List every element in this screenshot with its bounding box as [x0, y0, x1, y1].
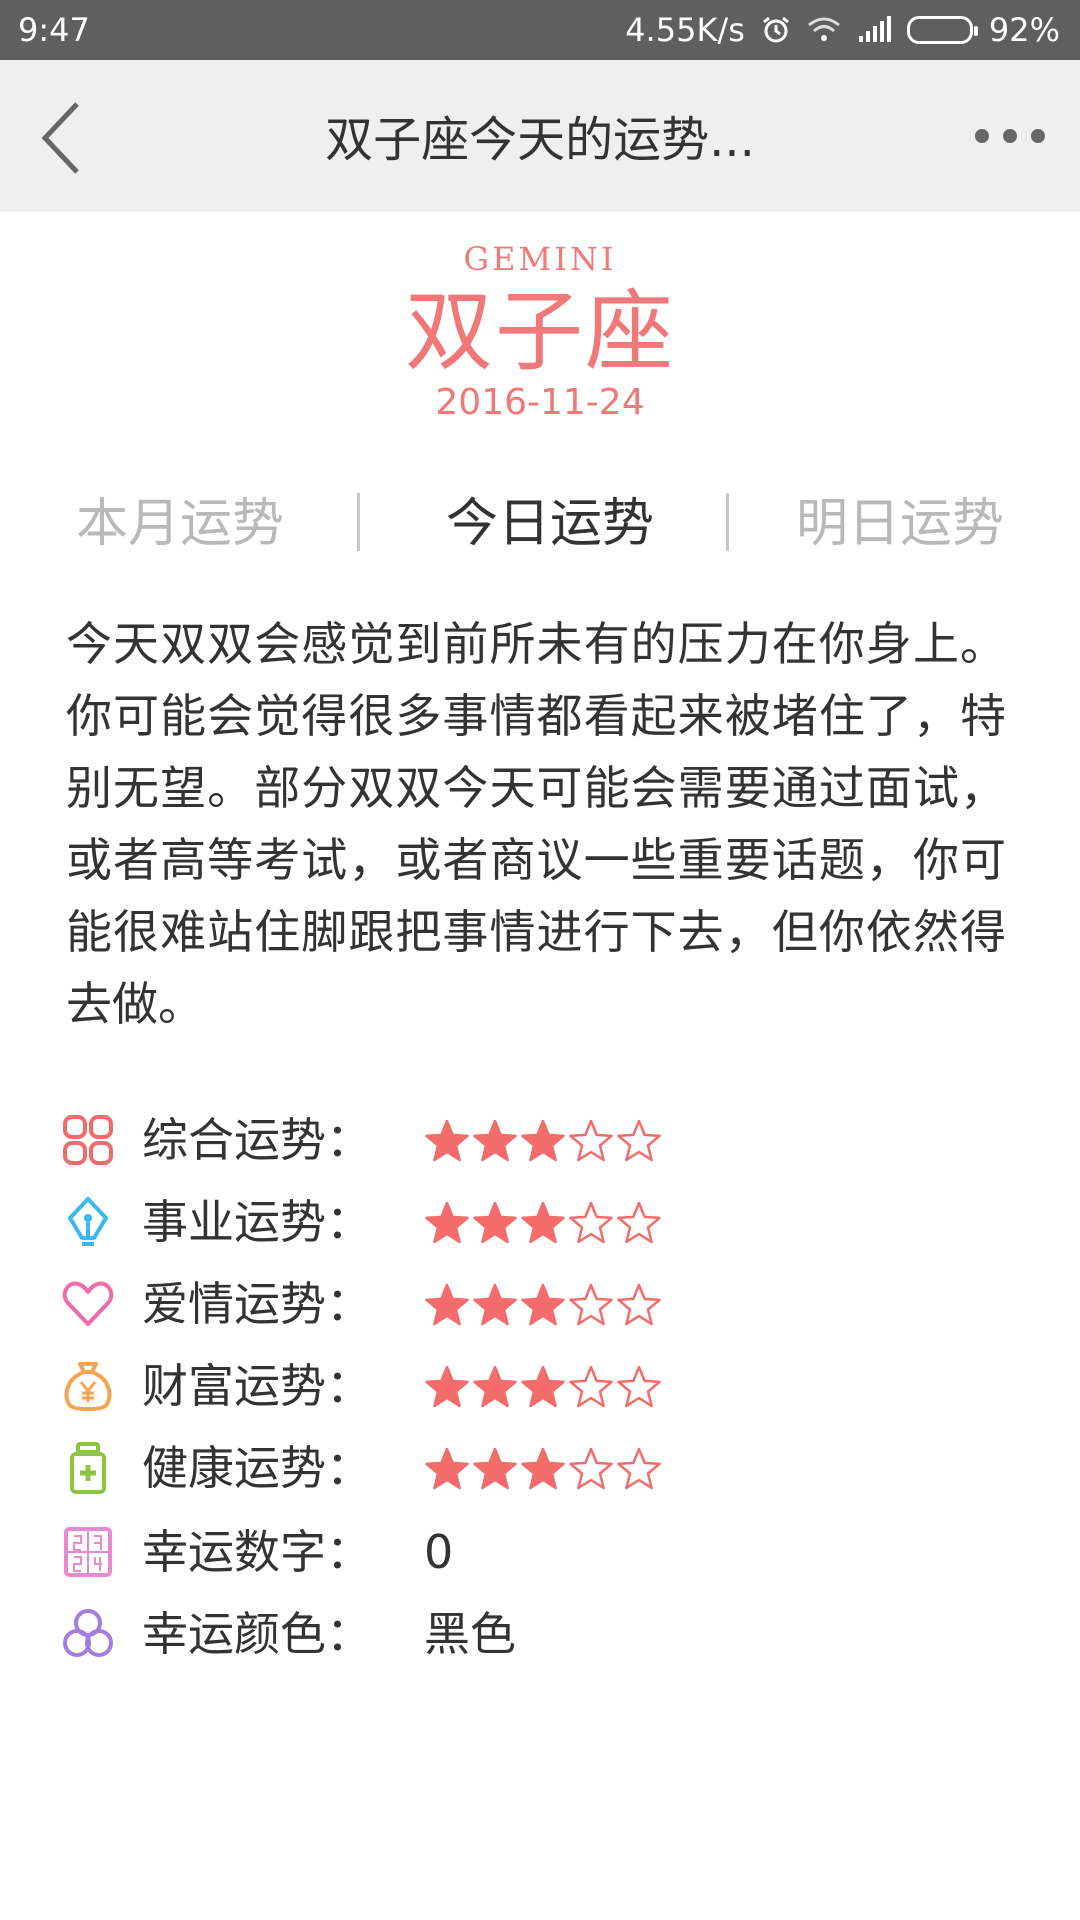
lucky-color-value: 黑色	[424, 1607, 516, 1661]
star-filled-icon	[521, 1119, 565, 1162]
star-filled-icon	[425, 1119, 469, 1162]
fortune-row-wealth: 财富运势：	[0, 1346, 1080, 1426]
fortune-label: 综合运势：	[142, 1113, 372, 1167]
back-button[interactable]	[26, 98, 96, 178]
app-header: 双子座今天的运势...	[0, 60, 1080, 211]
fortune-row-love: 爱情运势：	[0, 1264, 1080, 1344]
star-rating	[424, 1282, 662, 1328]
star-filled-icon	[521, 1283, 565, 1326]
star-empty-icon	[569, 1283, 613, 1326]
fortune-row-health: 健康运势：	[0, 1428, 1080, 1508]
star-filled-icon	[425, 1283, 469, 1326]
star-filled-icon	[473, 1201, 517, 1244]
grid-icon	[63, 1115, 113, 1165]
star-filled-icon	[473, 1447, 517, 1490]
tab-month[interactable]: 本月运势	[30, 478, 330, 558]
star-empty-icon	[617, 1201, 661, 1244]
status-right: 4.55K/s 92%	[625, 11, 1060, 49]
lucky-number-row: 幸运数字： 0	[0, 1512, 1080, 1592]
star-empty-icon	[569, 1119, 613, 1162]
star-filled-icon	[425, 1365, 469, 1408]
star-empty-icon	[617, 1365, 661, 1408]
star-empty-icon	[569, 1201, 613, 1244]
lucky-label: 幸运颜色：	[142, 1607, 372, 1661]
signal-icon	[857, 16, 891, 44]
star-rating	[424, 1364, 662, 1410]
battery-percent: 92%	[988, 11, 1060, 49]
fortune-tabs: 本月运势 今日运势 明日运势	[0, 478, 1080, 558]
medicine-bottle-icon	[70, 1442, 106, 1494]
star-empty-icon	[617, 1447, 661, 1490]
fortune-label: 财富运势：	[142, 1359, 372, 1413]
star-rating	[424, 1118, 662, 1164]
star-empty-icon	[569, 1365, 613, 1408]
pen-nib-icon	[68, 1197, 108, 1246]
more-options-button[interactable]	[970, 108, 1050, 164]
chevron-left-icon	[41, 102, 79, 174]
lucky-label: 幸运数字：	[142, 1525, 372, 1579]
color-circles-icon	[63, 1609, 113, 1657]
sign-chinese-name: 双子座	[404, 280, 675, 383]
page-title: 双子座今天的运势...	[325, 112, 755, 168]
sign-english-name: GEMINI	[463, 240, 617, 278]
tab-divider	[726, 493, 729, 551]
net-speed: 4.55K/s	[625, 11, 745, 49]
star-filled-icon	[473, 1365, 517, 1408]
money-bag-icon	[64, 1362, 112, 1411]
star-rating	[424, 1446, 662, 1492]
star-filled-icon	[425, 1447, 469, 1490]
tab-divider	[357, 493, 360, 551]
star-empty-icon	[569, 1447, 613, 1490]
more-dots-icon	[975, 129, 1045, 143]
star-filled-icon	[473, 1283, 517, 1326]
star-filled-icon	[521, 1201, 565, 1244]
star-empty-icon	[617, 1283, 661, 1326]
star-rating	[424, 1200, 662, 1246]
lucky-color-row: 幸运颜色： 黑色	[0, 1594, 1080, 1674]
star-filled-icon	[521, 1447, 565, 1490]
fortune-row-career: 事业运势：	[0, 1182, 1080, 1262]
lucky-number-value: 0	[424, 1525, 454, 1579]
fortune-label: 健康运势：	[142, 1441, 372, 1495]
number-icon	[64, 1527, 112, 1577]
heart-icon	[62, 1281, 114, 1326]
star-filled-icon	[425, 1201, 469, 1244]
tab-tomorrow[interactable]: 明日运势	[750, 478, 1050, 558]
star-filled-icon	[521, 1365, 565, 1408]
fortune-description: 今天双双会感觉到前所未有的压力在你身上。你可能会觉得很多事情都看起来被堵住了，特…	[66, 617, 1006, 1031]
status-time: 9:47	[18, 11, 90, 49]
sign-date: 2016-11-24	[435, 382, 645, 423]
status-bar: 9:47 4.55K/s 92%	[0, 0, 1080, 60]
alarm-icon	[761, 15, 791, 45]
fortune-label: 事业运势：	[142, 1195, 372, 1249]
star-empty-icon	[617, 1119, 661, 1162]
battery-icon	[906, 16, 978, 44]
star-filled-icon	[473, 1119, 517, 1162]
fortune-row-overall: 综合运势：	[0, 1100, 1080, 1180]
tab-today[interactable]: 今日运势	[400, 478, 700, 558]
fortune-label: 爱情运势：	[142, 1277, 372, 1331]
wifi-icon	[807, 16, 841, 44]
